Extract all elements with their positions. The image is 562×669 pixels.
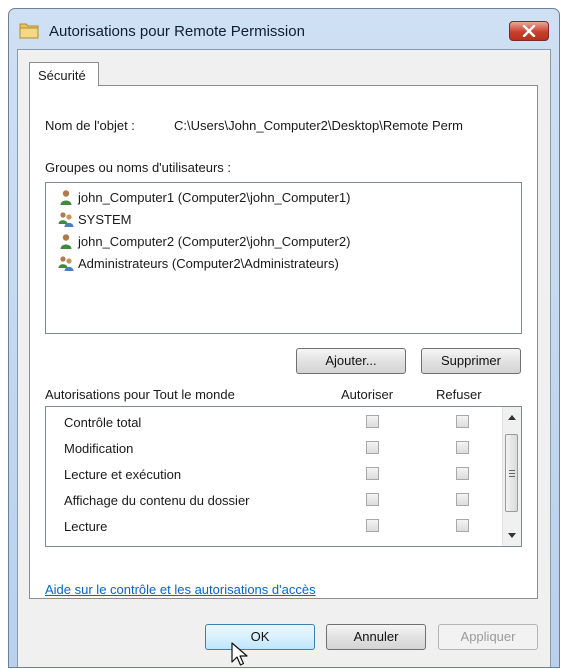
groups-list[interactable]: john_Computer1 (Computer2\john_Computer1… [45, 182, 522, 334]
list-item-group[interactable]: SYSTEM [58, 208, 131, 230]
allow-checkbox[interactable] [366, 519, 379, 532]
deny-column-header: Refuser [436, 387, 482, 402]
scrollbar-thumb[interactable] [505, 434, 518, 512]
deny-checkbox[interactable] [456, 493, 469, 506]
permission-name: Lecture et exécution [64, 467, 182, 482]
deny-checkbox[interactable] [456, 519, 469, 532]
list-item-user[interactable]: john_Computer1 (Computer2\john_Computer1… [58, 186, 350, 208]
mouse-cursor-icon [231, 642, 248, 666]
tab-security[interactable]: Sécurité [29, 62, 99, 86]
close-icon [522, 25, 536, 37]
apply-button[interactable]: Appliquer [438, 624, 538, 650]
object-path: C:\Users\John_Computer2\Desktop\Remote P… [174, 118, 464, 133]
remove-button[interactable]: Supprimer [421, 348, 521, 374]
user-icon [60, 190, 72, 205]
permission-name: Modification [64, 441, 134, 456]
group-icon [58, 256, 74, 271]
group-icon [58, 212, 74, 227]
folder-icon [19, 21, 39, 42]
permission-row: Lecture [46, 513, 499, 539]
list-item-group[interactable]: Administrateurs (Computer2\Administrateu… [58, 252, 339, 274]
permission-row: Affichage du contenu du dossier [46, 487, 499, 513]
permission-name: Lecture [64, 519, 108, 534]
object-name-label: Nom de l'objet : [45, 118, 135, 133]
grip-icon [509, 470, 515, 477]
permissions-scrollbar[interactable] [502, 407, 521, 546]
scroll-down-icon[interactable] [508, 533, 516, 538]
scroll-up-icon[interactable] [508, 415, 516, 420]
permission-row: Modification [46, 435, 499, 461]
list-item-label: SYSTEM [78, 211, 132, 227]
permission-row: Lecture et exécution [46, 461, 499, 487]
dialog-window: Autorisations pour Remote Permission Séc… [8, 8, 560, 668]
allow-checkbox[interactable] [366, 467, 379, 480]
permissions-list[interactable]: Contrôle total Modification Lecture et e… [45, 406, 522, 547]
close-button[interactable] [509, 21, 549, 41]
list-item-user[interactable]: john_Computer2 (Computer2\john_Computer2… [58, 230, 350, 252]
window-title: Autorisations pour Remote Permission [49, 23, 305, 40]
user-icon [60, 234, 72, 249]
deny-checkbox[interactable] [456, 467, 469, 480]
allow-checkbox[interactable] [366, 493, 379, 506]
list-item-label: john_Computer2 (Computer2\john_Computer2… [78, 233, 351, 249]
permissions-label: Autorisations pour Tout le monde [45, 387, 235, 402]
deny-checkbox[interactable] [456, 415, 469, 428]
help-link[interactable]: Aide sur le contrôle et les autorisation… [45, 582, 316, 597]
add-button[interactable]: Ajouter... [296, 348, 406, 374]
dialog-body: Sécurité Nom de l'objet : C:\Users\John_… [17, 49, 551, 667]
groups-label: Groupes ou noms d'utilisateurs : [45, 160, 232, 175]
list-item-label: Administrateurs (Computer2\Administrateu… [78, 255, 339, 271]
permission-name: Affichage du contenu du dossier [64, 493, 250, 508]
allow-column-header: Autoriser [341, 387, 394, 402]
permission-row: Contrôle total [46, 409, 499, 435]
allow-checkbox[interactable] [366, 441, 379, 454]
cancel-button[interactable]: Annuler [326, 624, 426, 650]
allow-checkbox[interactable] [366, 415, 379, 428]
ok-button[interactable]: OK [205, 624, 315, 650]
permission-name: Contrôle total [64, 415, 142, 430]
deny-checkbox[interactable] [456, 441, 469, 454]
title-bar[interactable]: Autorisations pour Remote Permission [9, 9, 559, 43]
list-item-label: john_Computer1 (Computer2\john_Computer1… [78, 189, 351, 205]
